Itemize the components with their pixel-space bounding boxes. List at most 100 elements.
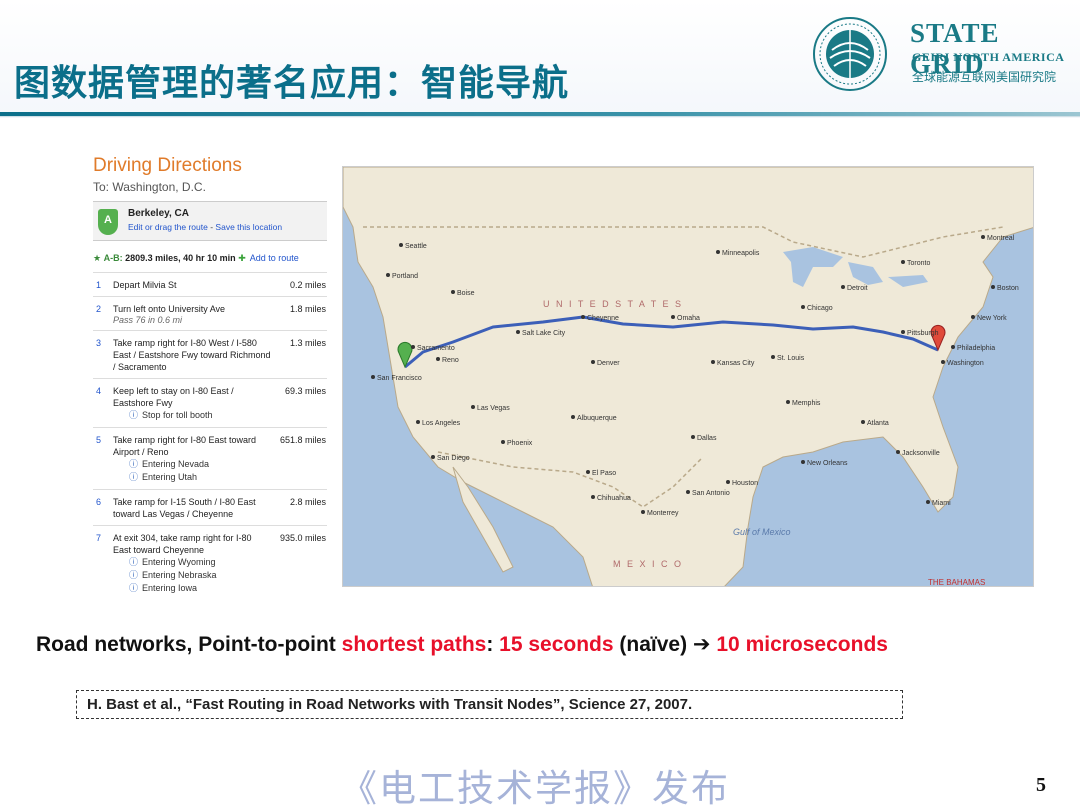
city-dot bbox=[981, 235, 985, 239]
city-dot bbox=[896, 450, 900, 454]
city-dot bbox=[641, 510, 645, 514]
step-distance: 69.3 miles bbox=[284, 386, 326, 396]
city-dot bbox=[771, 355, 775, 359]
direction-step[interactable]: 7 At exit 304, take ramp right for I-80 E… bbox=[93, 525, 327, 600]
city-label: San Antonio bbox=[692, 490, 730, 497]
page-number: 5 bbox=[1036, 774, 1046, 796]
city-dot bbox=[926, 500, 930, 504]
step-number: 2 bbox=[96, 304, 102, 314]
direction-step[interactable]: 5 Take ramp right for I-80 East toward Ai… bbox=[93, 427, 327, 489]
city-dot bbox=[801, 460, 805, 464]
info-icon: ⓘ bbox=[129, 472, 139, 482]
step-distance: 1.3 miles bbox=[289, 338, 326, 348]
map-canvas[interactable]: U N I T E D S T A T E S M E X I C O Gulf… bbox=[343, 167, 1034, 587]
direction-step[interactable]: 2 Turn left onto University Ave Pass 76 in… bbox=[93, 296, 327, 330]
city-label: Cheyenne bbox=[587, 315, 619, 322]
step-substep: ⓘ Stop for toll booth bbox=[129, 409, 327, 422]
step-text: At exit 304, take ramp right for I-80 Ea… bbox=[113, 533, 252, 555]
add-icon[interactable]: ✚ bbox=[238, 253, 246, 263]
city-label: New York bbox=[977, 315, 1007, 322]
city-dot bbox=[801, 305, 805, 309]
step-substep: ⓘ Entering Wyoming bbox=[129, 556, 327, 569]
direction-step[interactable]: 1 Depart Milvia St 0.2 miles bbox=[93, 272, 327, 296]
city-label: Philadelphia bbox=[957, 345, 995, 352]
brand-subtitle-cn: 全球能源互联网美国研究院 bbox=[912, 70, 1057, 84]
step-substep: ⓘ Entering Utah bbox=[129, 471, 327, 484]
edit-route-link[interactable]: Edit or drag the route bbox=[128, 222, 208, 232]
city-label: Atlanta bbox=[867, 420, 889, 427]
city-label: Detroit bbox=[847, 285, 868, 292]
step-number: 3 bbox=[96, 338, 102, 348]
star-icon: ★ bbox=[93, 253, 102, 263]
city-dot bbox=[591, 495, 595, 499]
city-dot bbox=[471, 405, 475, 409]
country-label-mexico: M E X I C O bbox=[613, 559, 683, 569]
direction-steps: 1 Depart Milvia St 0.2 miles 2 Turn left ont… bbox=[93, 272, 327, 600]
city-dot bbox=[581, 315, 585, 319]
city-dot bbox=[941, 360, 945, 364]
direction-step[interactable]: 3 Take ramp right for I-80 West / I-580 E… bbox=[93, 330, 327, 378]
start-pin-icon[interactable]: A bbox=[98, 209, 118, 235]
add-to-route-link[interactable]: Add to route bbox=[250, 253, 299, 263]
substep-text: Stop for toll booth bbox=[142, 410, 213, 420]
substep-text: Entering Nevada bbox=[142, 459, 210, 469]
city-label: Portland bbox=[392, 273, 418, 280]
route-map[interactable]: U N I T E D S T A T E S M E X I C O Gulf… bbox=[342, 166, 1034, 587]
caption-fast-time: 10 microseconds bbox=[716, 633, 888, 656]
city-dot bbox=[711, 360, 715, 364]
city-label: Phoenix bbox=[507, 440, 533, 447]
brand-subtitle: GEIRI NORTH AMERICA bbox=[912, 50, 1065, 64]
caption-part5: (naïve) ➔ bbox=[613, 633, 717, 656]
publisher-watermark: 《电工技术学报》发布 bbox=[340, 767, 730, 810]
city-dot bbox=[901, 260, 905, 264]
city-dot bbox=[586, 470, 590, 474]
step-text: Turn left onto University Ave bbox=[113, 304, 226, 314]
city-dot bbox=[411, 345, 415, 349]
caption-part3: : bbox=[486, 633, 500, 656]
gulf-label: Gulf of Mexico bbox=[733, 527, 791, 537]
city-dot bbox=[841, 285, 845, 289]
route-ab-label: A-B: bbox=[103, 253, 123, 263]
city-label: Monterrey bbox=[647, 510, 679, 517]
city-dot bbox=[451, 290, 455, 294]
city-dot bbox=[371, 375, 375, 379]
direction-step[interactable]: 6 Take ramp for I-15 South / I-80 East to… bbox=[93, 489, 327, 525]
city-dot bbox=[971, 315, 975, 319]
substep-text: Entering Wyoming bbox=[142, 557, 216, 567]
city-label: Toronto bbox=[907, 260, 930, 267]
step-number: 5 bbox=[96, 435, 102, 445]
step-distance: 935.0 miles bbox=[279, 533, 326, 543]
substep-text: Entering Iowa bbox=[142, 583, 198, 593]
city-dot bbox=[436, 357, 440, 361]
city-label: Las Vegas bbox=[477, 405, 510, 412]
city-dot bbox=[686, 490, 690, 494]
city-dot bbox=[386, 273, 390, 277]
city-dot bbox=[786, 400, 790, 404]
city-label: Kansas City bbox=[717, 360, 755, 367]
city-dot bbox=[591, 360, 595, 364]
city-label: Minneapolis bbox=[722, 250, 760, 257]
city-label: San Diego bbox=[437, 455, 470, 462]
step-distance: 651.8 miles bbox=[279, 435, 326, 445]
step-text: Take ramp for I-15 South / I-80 East tow… bbox=[113, 497, 256, 519]
info-icon: ⓘ bbox=[129, 570, 139, 580]
city-label: Reno bbox=[442, 357, 459, 364]
start-location: A Berkeley, CA Edit or drag the route - … bbox=[93, 201, 327, 241]
city-dot bbox=[501, 440, 505, 444]
city-label: Denver bbox=[597, 360, 620, 367]
city-label: Memphis bbox=[792, 400, 821, 407]
direction-step[interactable]: 4 Keep left to stay on I-80 East / Eastsh… bbox=[93, 378, 327, 427]
city-label: Chihuahua bbox=[597, 495, 631, 502]
driving-directions-panel: Driving Directions To: Washington, D.C. … bbox=[93, 155, 327, 620]
city-label: Dallas bbox=[697, 435, 717, 442]
step-number: 1 bbox=[96, 280, 102, 290]
city-label: Boise bbox=[457, 290, 475, 297]
caption-shortest-paths: shortest paths bbox=[341, 633, 487, 656]
start-city: Berkeley, CA bbox=[128, 208, 189, 219]
bahamas-label: THE BAHAMAS bbox=[928, 578, 985, 587]
save-location-link[interactable]: Save this location bbox=[215, 222, 282, 232]
city-label: Salt Lake City bbox=[522, 330, 566, 337]
slide-header: 图数据管理的著名应用：智能导航 STATE GRID GEIRI NORTH A… bbox=[0, 0, 1080, 118]
city-label: Boston bbox=[997, 285, 1019, 292]
city-label: Sacramento bbox=[417, 345, 455, 352]
